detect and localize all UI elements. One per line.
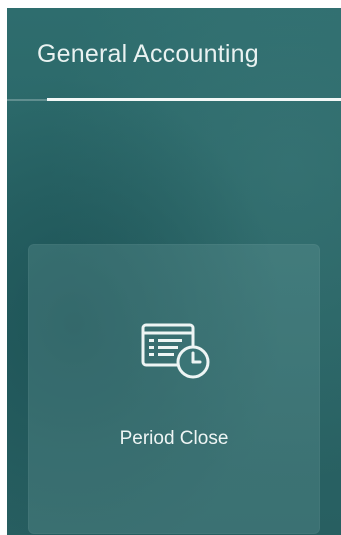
navigation-panel: General Accounting Period Close xyxy=(7,8,341,535)
period-close-tile[interactable]: Period Close xyxy=(28,244,320,534)
page-title: General Accounting xyxy=(37,40,259,68)
period-close-icon xyxy=(139,320,217,382)
title-underline-active xyxy=(47,98,341,101)
period-close-label: Period Close xyxy=(119,428,229,449)
